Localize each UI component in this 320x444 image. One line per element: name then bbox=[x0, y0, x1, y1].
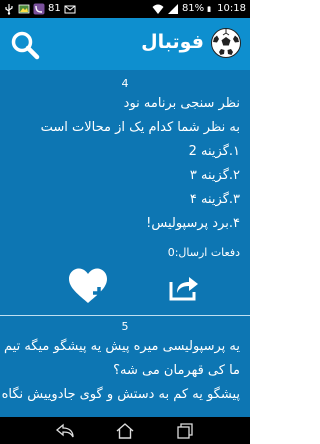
gallery-icon bbox=[18, 4, 30, 13]
post-line: ما کی قهرمان می شه؟ bbox=[113, 363, 240, 378]
post-text: یه پرسپولیسی میره پیش یه پیشگو میگه تیم … bbox=[1, 335, 240, 407]
battery-icon bbox=[207, 5, 211, 12]
post-line: یه پرسپولیسی میره پیش یه پیشگو میگه تیم bbox=[4, 339, 240, 354]
divider bbox=[0, 315, 250, 316]
post-line: ۱.گزینه 2 bbox=[188, 144, 240, 159]
post-number: 5 bbox=[121, 320, 129, 333]
post-line: به نظر شما کدام یک از محالات است bbox=[40, 120, 240, 135]
app-title: فوتبال bbox=[141, 31, 204, 53]
home-icon[interactable] bbox=[115, 422, 135, 440]
post-line: ۳.گزینه ۴ bbox=[189, 192, 240, 207]
app-bar: فوتبال bbox=[0, 18, 250, 70]
heart-plus-icon[interactable] bbox=[67, 267, 109, 305]
soccer-ball-icon bbox=[211, 28, 241, 58]
post-item: 4 نظر سنجی برنامه نود به نظر شما کدام یک… bbox=[0, 70, 250, 307]
email-icon bbox=[64, 5, 76, 13]
navigation-bar bbox=[0, 417, 250, 444]
post-line: پیشگو یه کم به دستش و گوی جادوییش نگاه bbox=[1, 387, 240, 402]
post-line: ۴.برد پرسپولیس! bbox=[146, 216, 240, 231]
search-icon[interactable] bbox=[10, 30, 40, 60]
post-line: نظر سنجی برنامه نود bbox=[123, 96, 240, 111]
share-icon[interactable] bbox=[168, 273, 200, 301]
post-text: نظر سنجی برنامه نود به نظر شما کدام یک ا… bbox=[10, 92, 240, 236]
post-number: 4 bbox=[121, 77, 129, 90]
clock: 10:18 bbox=[217, 3, 246, 14]
status-bar: 81 81% 10:18 bbox=[0, 0, 250, 18]
post-item: 5 یه پرسپولیسی میره پیش یه پیشگو میگه تی… bbox=[0, 320, 250, 407]
post-actions bbox=[10, 267, 240, 307]
wifi-icon bbox=[152, 4, 164, 14]
posts-list[interactable]: 4 نظر سنجی برنامه نود به نظر شما کدام یک… bbox=[0, 70, 250, 417]
back-icon[interactable] bbox=[55, 422, 75, 440]
recent-apps-icon[interactable] bbox=[175, 422, 195, 440]
send-count: دفعات ارسال:0 bbox=[167, 246, 240, 259]
signal-icon bbox=[167, 3, 178, 14]
battery-percent: 81% bbox=[181, 3, 205, 14]
notification-count: 81 bbox=[48, 3, 61, 14]
usb-icon bbox=[5, 3, 13, 15]
viber-icon bbox=[33, 3, 45, 14]
post-line: ۲.گزینه ۳ bbox=[189, 168, 240, 183]
